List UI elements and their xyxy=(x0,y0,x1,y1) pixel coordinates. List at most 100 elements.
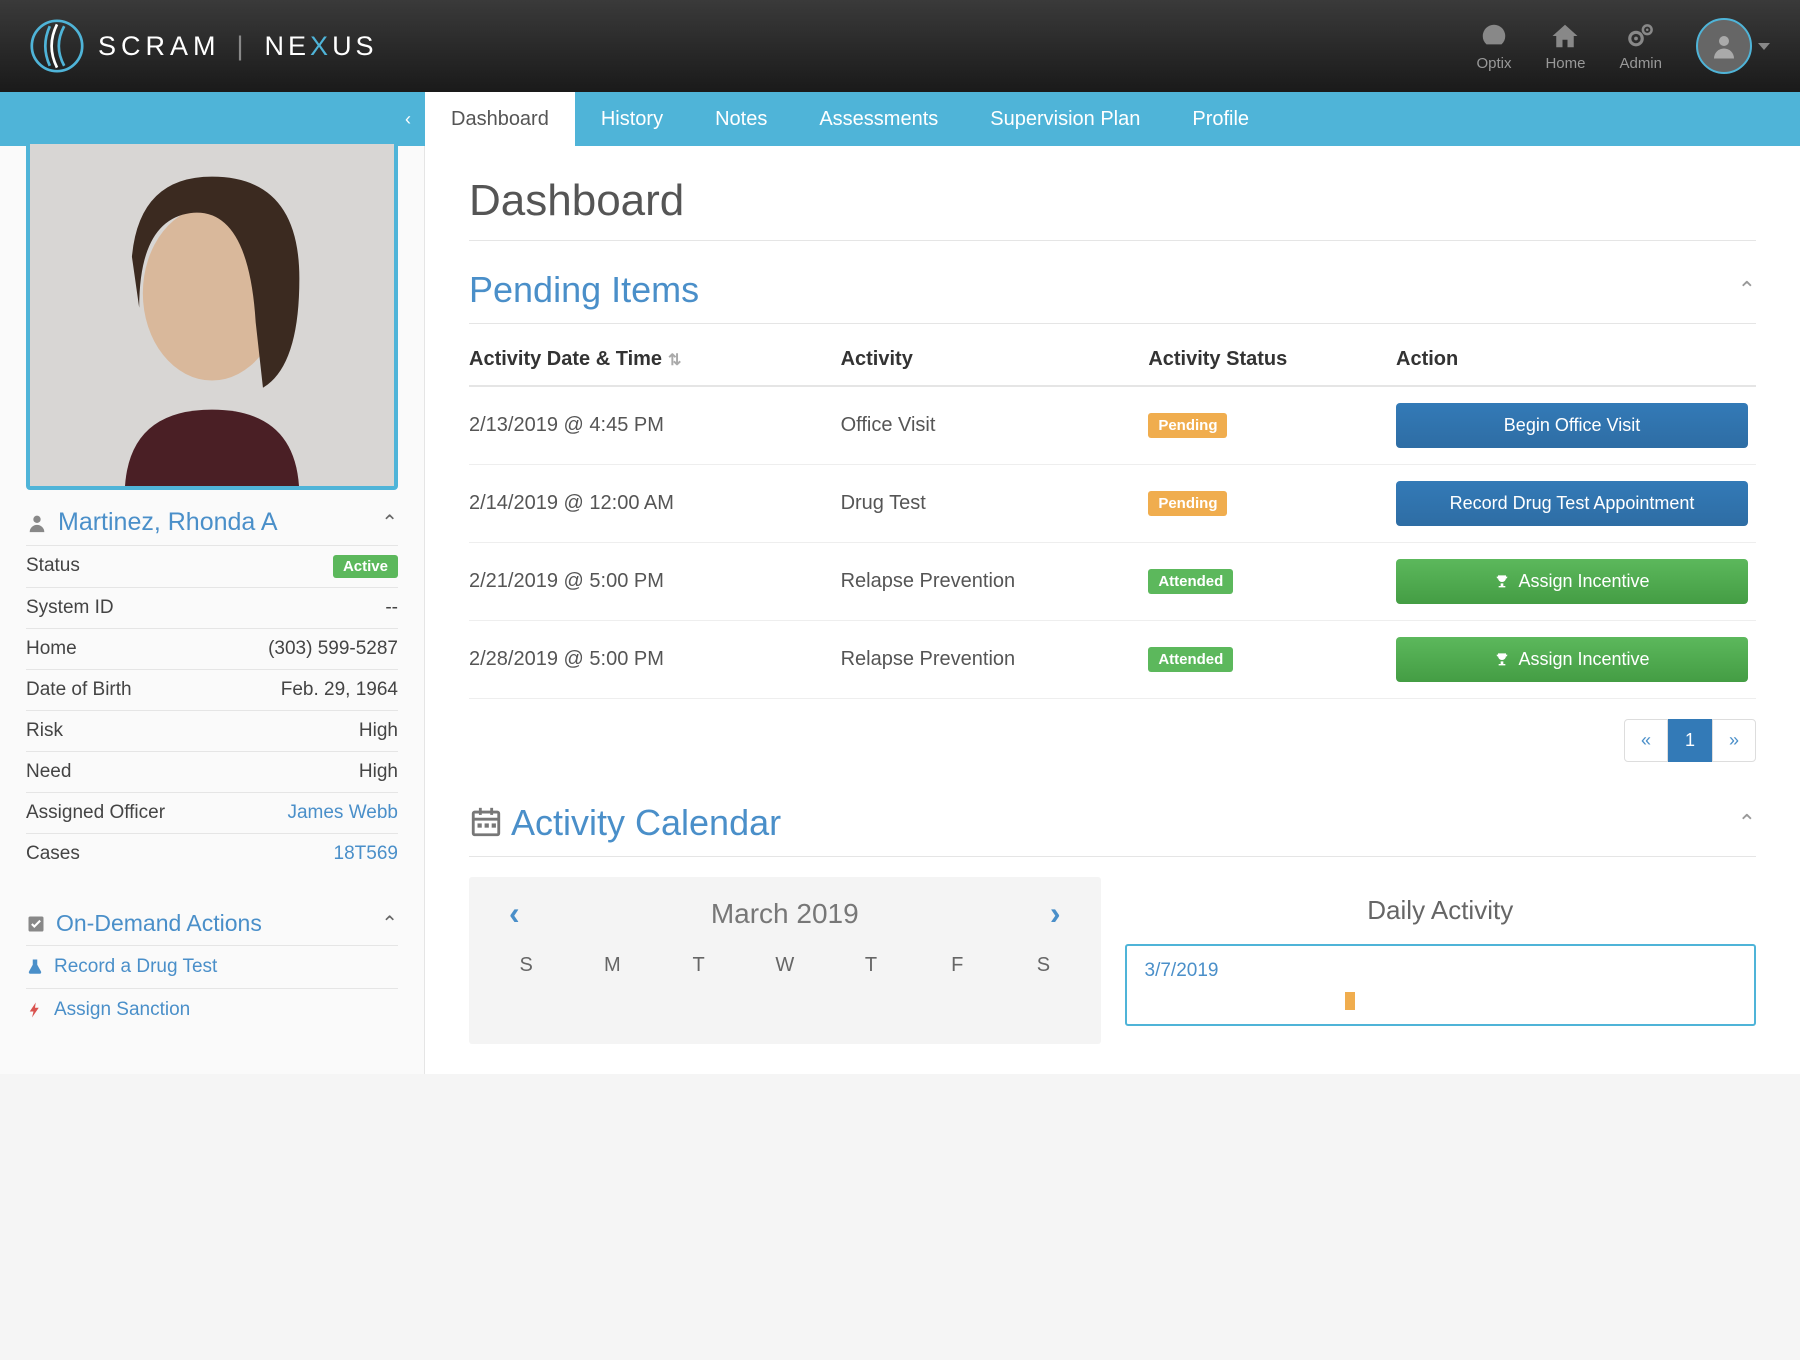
cell-activity: Office Visit xyxy=(841,386,1149,465)
tab-assessments[interactable]: Assessments xyxy=(793,92,964,146)
nav-admin[interactable]: Admin xyxy=(1619,21,1662,72)
gauge-icon xyxy=(1477,21,1511,51)
brand-logo-icon xyxy=(30,19,84,73)
action-button[interactable]: Record Drug Test Appointment xyxy=(1396,481,1748,526)
tab-history[interactable]: History xyxy=(575,92,689,146)
dow-cell: T xyxy=(828,954,914,977)
info-label: System ID xyxy=(26,597,114,619)
brand: SCRAM | NEXUS xyxy=(30,19,378,73)
action-button[interactable]: Assign Incentive xyxy=(1396,559,1748,604)
divider xyxy=(469,240,1756,241)
next-month[interactable]: › xyxy=(1050,895,1061,932)
cell-status: Attended xyxy=(1148,543,1396,621)
table-row: 2/21/2019 @ 5:00 PMRelapse PreventionAtt… xyxy=(469,543,1756,621)
brand-name: SCRAM xyxy=(98,31,221,62)
collapse-pending-icon[interactable]: ⌃ xyxy=(1738,277,1756,303)
daily-activity: Daily Activity 3/7/2019 xyxy=(1125,877,1757,1044)
ondemand-title: On-Demand Actions xyxy=(56,910,371,937)
page-1[interactable]: 1 xyxy=(1668,719,1712,762)
action-record-drug-test[interactable]: Record a Drug Test xyxy=(26,945,398,988)
cell-datetime: 2/13/2019 @ 4:45 PM xyxy=(469,386,841,465)
cell-datetime: 2/21/2019 @ 5:00 PM xyxy=(469,543,841,621)
gears-icon xyxy=(1624,21,1658,51)
cell-status: Attended xyxy=(1148,621,1396,699)
info-value: -- xyxy=(385,597,398,619)
topnav: Optix Home Admin xyxy=(1476,18,1770,74)
trophy-icon xyxy=(1494,574,1510,590)
action-label: Record a Drug Test xyxy=(54,956,217,978)
dow-cell: S xyxy=(1000,954,1086,977)
tab-supervision-plan[interactable]: Supervision Plan xyxy=(964,92,1166,146)
cell-activity: Relapse Prevention xyxy=(841,543,1149,621)
action-button-label: Assign Incentive xyxy=(1518,571,1649,592)
collapse-person-icon[interactable]: ⌃ xyxy=(381,510,398,535)
action-button[interactable]: Assign Incentive xyxy=(1396,637,1748,682)
info-status: Status Active xyxy=(26,545,398,587)
info-label: Risk xyxy=(26,720,63,742)
col-activity[interactable]: Activity xyxy=(841,334,1149,386)
info-value: High xyxy=(359,761,398,783)
info-systemid: System ID -- xyxy=(26,587,398,628)
action-button-label: Begin Office Visit xyxy=(1504,415,1640,436)
sidebar-collapse[interactable]: ‹ xyxy=(0,92,425,146)
status-pill: Pending xyxy=(1148,491,1227,516)
info-cases: Cases 18T569 xyxy=(26,833,398,874)
month-label: March 2019 xyxy=(711,898,859,930)
officer-link[interactable]: James Webb xyxy=(287,802,398,824)
home-icon xyxy=(1548,21,1582,51)
dow-cell: F xyxy=(914,954,1000,977)
cell-activity: Relapse Prevention xyxy=(841,621,1149,699)
cell-datetime: 2/14/2019 @ 12:00 AM xyxy=(469,465,841,543)
case-link[interactable]: 18T569 xyxy=(334,843,398,865)
info-value: Feb. 29, 1964 xyxy=(281,679,398,701)
action-assign-sanction[interactable]: Assign Sanction xyxy=(26,988,398,1031)
client-photo xyxy=(26,140,398,490)
dow-cell: W xyxy=(742,954,828,977)
action-label: Assign Sanction xyxy=(54,999,190,1021)
info-label: Cases xyxy=(26,843,80,865)
dow-cell: T xyxy=(655,954,741,977)
nav-optix[interactable]: Optix xyxy=(1476,21,1511,72)
info-dob: Date of BirthFeb. 29, 1964 xyxy=(26,669,398,710)
info-label: Status xyxy=(26,555,80,578)
flask-icon xyxy=(26,958,44,976)
info-risk: Risk High xyxy=(26,710,398,751)
table-row: 2/14/2019 @ 12:00 AMDrug TestPendingReco… xyxy=(469,465,1756,543)
dow-cell: M xyxy=(569,954,655,977)
col-action[interactable]: Action xyxy=(1396,334,1756,386)
user-menu-caret-icon[interactable] xyxy=(1758,43,1770,50)
tab-dashboard[interactable]: Dashboard xyxy=(425,92,575,146)
month-calendar: ‹ March 2019 › SMTWTFS xyxy=(469,877,1101,1044)
main-content: Dashboard Pending Items ⌃ Activity Date … xyxy=(425,146,1800,1074)
calendar-heading: Activity Calendar xyxy=(469,802,781,844)
nav-optix-label: Optix xyxy=(1476,55,1511,72)
col-datetime[interactable]: Activity Date & Time⇅ xyxy=(469,334,841,386)
page-prev[interactable]: « xyxy=(1624,719,1668,762)
status-badge: Active xyxy=(333,555,398,578)
action-button-label: Record Drug Test Appointment xyxy=(1450,493,1695,514)
user-avatar[interactable] xyxy=(1696,18,1752,74)
cell-status: Pending xyxy=(1148,386,1396,465)
page-title: Dashboard xyxy=(469,176,1756,226)
action-button[interactable]: Begin Office Visit xyxy=(1396,403,1748,448)
daily-activity-title: Daily Activity xyxy=(1125,895,1757,926)
info-label: Assigned Officer xyxy=(26,802,165,824)
col-status[interactable]: Activity Status xyxy=(1148,334,1396,386)
sidebar: Martinez, Rhonda A ⌃ StatusActive System… xyxy=(0,146,425,1074)
nav-home[interactable]: Home xyxy=(1545,21,1585,72)
page-next[interactable]: » xyxy=(1712,719,1756,762)
person-icon xyxy=(26,512,48,534)
status-pill: Attended xyxy=(1148,569,1233,594)
collapse-ondemand-icon[interactable]: ⌃ xyxy=(381,911,398,936)
collapse-calendar-icon[interactable]: ⌃ xyxy=(1738,810,1756,836)
table-row: 2/28/2019 @ 5:00 PMRelapse PreventionAtt… xyxy=(469,621,1756,699)
prev-month[interactable]: ‹ xyxy=(509,895,520,932)
info-value: High xyxy=(359,720,398,742)
pagination: « 1 » xyxy=(469,719,1756,762)
table-row: 2/13/2019 @ 4:45 PMOffice VisitPending Be… xyxy=(469,386,1756,465)
tab-notes[interactable]: Notes xyxy=(689,92,793,146)
daily-activity-box: 3/7/2019 xyxy=(1125,944,1757,1026)
info-label: Home xyxy=(26,638,77,660)
tab-profile[interactable]: Profile xyxy=(1166,92,1275,146)
col-label: Activity Date & Time xyxy=(469,348,662,370)
